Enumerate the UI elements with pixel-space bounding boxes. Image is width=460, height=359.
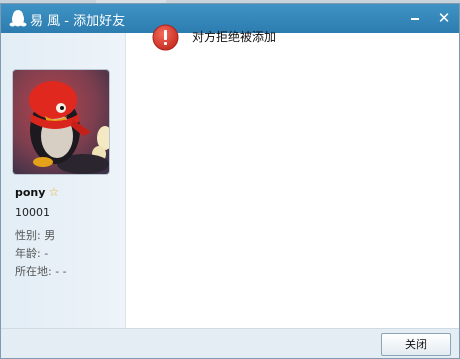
friend-info-panel: pony ☆ 10001 性别: 男 年龄: - 所在地: - - bbox=[1, 33, 126, 328]
location-info: 所在地: - - bbox=[15, 265, 67, 278]
minimize-icon bbox=[411, 18, 419, 20]
age-info: 年龄: - bbox=[15, 247, 49, 260]
window-title: 易 風 - 添加好友 bbox=[30, 14, 126, 29]
add-friend-dialog: 易 風 - 添加好友 ✕ pony ☆ 10001 性别: 男 年龄: - 所在… bbox=[0, 3, 460, 359]
avatar bbox=[12, 69, 110, 175]
friend-name: pony bbox=[15, 186, 46, 199]
qq-logo-icon bbox=[9, 10, 27, 27]
name-row: pony ☆ bbox=[15, 185, 59, 201]
dialog-footer: 关闭 bbox=[1, 328, 459, 358]
message-text: 对方拒绝被添加 bbox=[192, 30, 277, 44]
close-icon: ✕ bbox=[437, 9, 451, 27]
star-icon: ☆ bbox=[48, 185, 60, 199]
close-window-button[interactable]: ✕ bbox=[436, 10, 452, 26]
close-button[interactable]: 关闭 bbox=[381, 333, 451, 356]
error-icon bbox=[152, 24, 179, 51]
minimize-button[interactable] bbox=[407, 10, 423, 26]
qq-number: 10001 bbox=[15, 206, 50, 219]
qq-penguin-avatar-icon bbox=[13, 70, 109, 174]
sex-info: 性别: 男 bbox=[15, 229, 56, 242]
